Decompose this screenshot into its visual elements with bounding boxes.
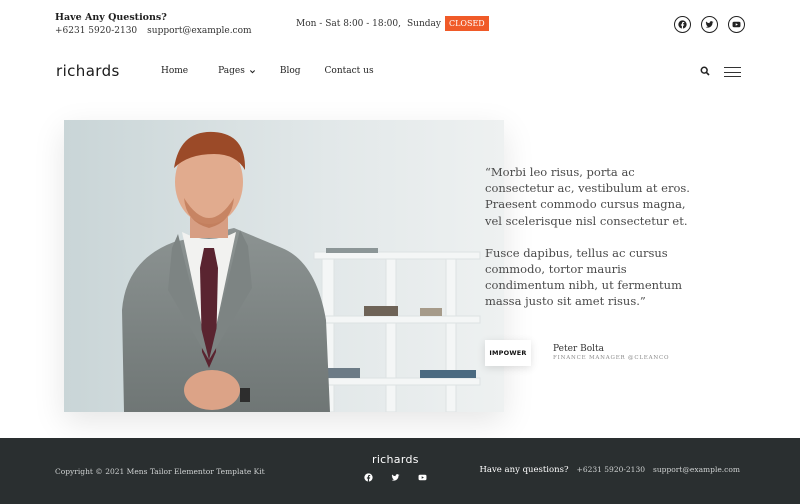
topbar-contact: +6231 5920-2130 support@example.com: [55, 26, 252, 36]
author-role: FINANCE MANAGER @CLEANCO: [553, 355, 670, 361]
twitter-icon[interactable]: [701, 16, 718, 33]
closed-badge: CLOSED: [444, 16, 489, 31]
nav-item-pages[interactable]: Pages: [218, 66, 256, 76]
nav-item-label: Blog: [279, 66, 301, 76]
topbar-social: [674, 16, 745, 33]
nav-item-home[interactable]: Home: [161, 66, 188, 76]
opening-hours: Mon - Sat 8:00 - 18:00, Sunday CLOSED: [296, 16, 489, 31]
footer-email[interactable]: support@example.com: [653, 465, 740, 474]
copyright-text: Copyright © 2021 Mens Tailor Elementor T…: [55, 467, 265, 476]
author-name: Peter Bolta: [553, 344, 604, 354]
nav-item-label: Contact us: [324, 66, 374, 76]
facebook-icon[interactable]: [674, 16, 691, 33]
topbar-question: Have Any Questions?: [55, 12, 167, 23]
top-bar: Have Any Questions? +6231 5920-2130 suppo…: [0, 0, 800, 48]
footer-phone[interactable]: +6231 5920-2130: [577, 465, 645, 474]
testimonial-quote: “Morbi leo risus, porta ac consectetur a…: [485, 164, 695, 310]
nav-item-contact[interactable]: Contact us: [325, 66, 374, 76]
youtube-icon[interactable]: [728, 16, 745, 33]
company-logo: IMPOWER: [485, 340, 531, 366]
youtube-icon[interactable]: [418, 473, 427, 482]
main-menu: Home Pages Blog Contact us: [161, 66, 374, 76]
sunday-label: Sunday: [406, 18, 441, 29]
quote-paragraph: “Morbi leo risus, porta ac consectetur a…: [485, 165, 690, 228]
hero-photo: [64, 120, 504, 412]
quote-paragraph: Fusce dapibus, tellus ac cursus commodo,…: [485, 245, 682, 309]
footer-logo[interactable]: richards: [372, 453, 419, 466]
footer: Copyright © 2021 Mens Tailor Elementor T…: [0, 438, 800, 504]
nav-item-label: Home: [161, 66, 189, 76]
nav-item-blog[interactable]: Blog: [280, 66, 301, 76]
man-in-suit-image: [64, 120, 504, 412]
main-nav: richards Home Pages Blog Contact us: [0, 56, 800, 88]
hamburger-menu-icon[interactable]: [724, 67, 741, 77]
topbar-email[interactable]: support@example.com: [147, 26, 251, 36]
chevron-down-icon: [249, 69, 255, 73]
twitter-icon[interactable]: [391, 473, 400, 482]
search-icon[interactable]: [700, 66, 710, 76]
hours-text: Mon - Sat 8:00 - 18:00,: [296, 18, 401, 29]
footer-social: [364, 473, 427, 482]
footer-question: Have any questions?: [479, 465, 569, 475]
topbar-phone[interactable]: +6231 5920-2130: [55, 26, 137, 36]
footer-contact: Have any questions? +6231 5920-2130 supp…: [480, 465, 740, 475]
site-logo[interactable]: richards: [56, 62, 120, 80]
nav-item-label: Pages: [218, 66, 245, 76]
facebook-icon[interactable]: [364, 473, 373, 482]
